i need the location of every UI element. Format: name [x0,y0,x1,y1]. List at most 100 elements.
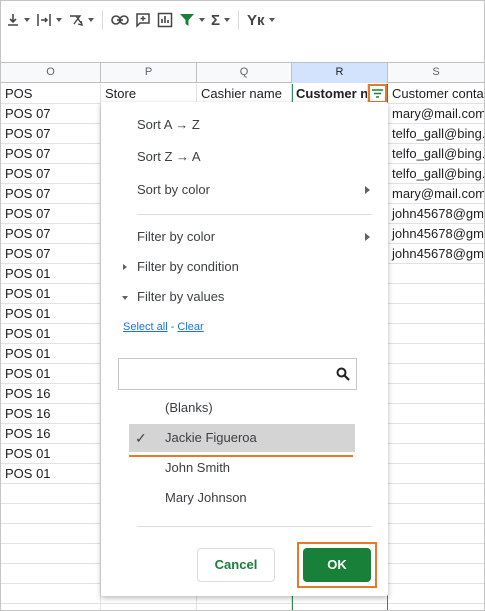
cell-s[interactable] [388,304,484,324]
cell-o[interactable]: POS 01 [1,364,101,384]
filter-by-values-item[interactable]: Filter by values [101,283,388,311]
cell-o[interactable]: POS 07 [1,144,101,164]
cell-o[interactable]: POS 07 [1,244,101,264]
filter-by-color-item[interactable]: Filter by color [101,223,388,251]
sort-z-a-item[interactable]: Sort Z → A [101,143,388,171]
cell-o[interactable] [1,544,101,564]
cell-s[interactable]: john45678@gmail.com [388,224,484,244]
text-rotation-button[interactable] [65,6,97,34]
column-header-r[interactable]: R [292,63,388,83]
filter-value-item[interactable]: Mary Johnson [129,484,355,512]
cell-s[interactable] [388,384,484,404]
cancel-button[interactable]: Cancel [197,548,275,582]
cell-s[interactable] [388,404,484,424]
cell-o[interactable]: POS 16 [1,384,101,404]
cell-o[interactable] [1,524,101,544]
selection-highlight-underline [129,455,353,457]
cell-s[interactable] [388,524,484,544]
create-filter-button[interactable] [176,6,208,34]
cell-s[interactable]: mary@mail.com [388,184,484,204]
cell-o[interactable]: POS 07 [1,124,101,144]
cell-s[interactable]: telfo_gall@bing.com [388,164,484,184]
cell-s[interactable] [388,564,484,584]
column-header-o[interactable]: O [1,63,101,83]
cell-s[interactable] [388,264,484,284]
empty-row [1,604,484,610]
filter-value-item[interactable]: (Blanks) [129,394,355,422]
cell-s[interactable] [388,444,484,464]
input-tools-button[interactable]: Yк [244,6,278,34]
cell-o[interactable]: POS 01 [1,304,101,324]
cell-s[interactable]: telfo_gall@bing.com [388,144,484,164]
cell-s[interactable] [388,584,484,604]
sort-by-color-item[interactable]: Sort by color [101,176,388,204]
toolbar: Σ Yк [1,1,484,39]
cell-o[interactable]: POS 07 [1,104,101,124]
cell-s[interactable]: john45678@gmail.com [388,244,484,264]
insert-chart-button[interactable] [154,6,176,34]
select-links: Select all - Clear [123,321,204,333]
cell-r-header[interactable]: Customer name [292,84,368,104]
cell-o[interactable]: POS 07 [1,164,101,184]
cell-o-header[interactable]: POS [1,84,101,104]
cell-o[interactable] [1,604,101,610]
cell-q-header[interactable]: Cashier name [197,84,292,104]
insert-comment-button[interactable] [132,6,154,34]
cell-s[interactable]: mary@mail.com [388,104,484,124]
cell-o[interactable] [1,504,101,524]
cell-o[interactable]: POS 16 [1,424,101,444]
cell-o[interactable]: POS 16 [1,404,101,424]
cell-s[interactable] [388,344,484,364]
filter-list-icon [372,87,383,101]
cell-s[interactable] [388,484,484,504]
expand-arrow-icon [123,264,127,270]
column-header-q[interactable]: Q [197,63,292,83]
filter-value-item[interactable]: John Smith [129,454,355,482]
cell-o[interactable] [1,584,101,604]
cell-q[interactable] [197,604,292,610]
cell-o[interactable]: POS 01 [1,324,101,344]
filter-icon [179,13,195,27]
vertical-align-button[interactable] [3,6,33,34]
filter-by-condition-item[interactable]: Filter by condition [101,253,388,281]
cell-s[interactable] [388,284,484,304]
column-header-p[interactable]: P [101,63,197,83]
filter-value-label: (Blanks) [165,400,213,415]
cell-o[interactable]: POS 01 [1,264,101,284]
text-wrapping-button[interactable] [33,6,65,34]
cell-o[interactable]: POS 01 [1,464,101,484]
filter-by-condition-label: Filter by condition [137,259,239,274]
cell-s[interactable] [388,504,484,524]
cell-o[interactable]: POS 07 [1,224,101,244]
cell-s[interactable] [388,364,484,384]
cell-p[interactable] [101,604,197,610]
ok-button[interactable]: OK [303,548,371,582]
cell-s[interactable]: telfo_gall@bing.com [388,124,484,144]
cell-r[interactable] [292,604,388,610]
column-filter-button[interactable] [368,84,387,103]
values-search-input[interactable] [125,364,325,384]
cell-s[interactable] [388,544,484,564]
menu-divider [137,526,372,527]
cell-o[interactable]: POS 01 [1,444,101,464]
cell-s[interactable] [388,464,484,484]
sort-a-z-item[interactable]: Sort A → Z [101,111,388,139]
select-all-link[interactable]: Select all [123,321,168,333]
cell-s[interactable] [388,604,484,610]
cell-p-header[interactable]: Store [101,84,197,104]
filter-value-item[interactable]: ✓ Jackie Figueroa [129,424,355,452]
functions-button[interactable]: Σ [208,6,233,34]
insert-link-button[interactable] [108,6,132,34]
cell-o[interactable]: POS 01 [1,284,101,304]
column-header-s[interactable]: S [388,63,484,83]
cell-o[interactable] [1,484,101,504]
cell-o[interactable]: POS 01 [1,344,101,364]
cell-s-header[interactable]: Customer contact [388,84,484,104]
clear-link[interactable]: Clear [177,321,203,333]
cell-o[interactable]: POS 07 [1,184,101,204]
cell-s[interactable] [388,324,484,344]
cell-s[interactable] [388,424,484,444]
cell-s[interactable]: john45678@gmail.com [388,204,484,224]
cell-o[interactable]: POS 07 [1,204,101,224]
cell-o[interactable] [1,564,101,584]
